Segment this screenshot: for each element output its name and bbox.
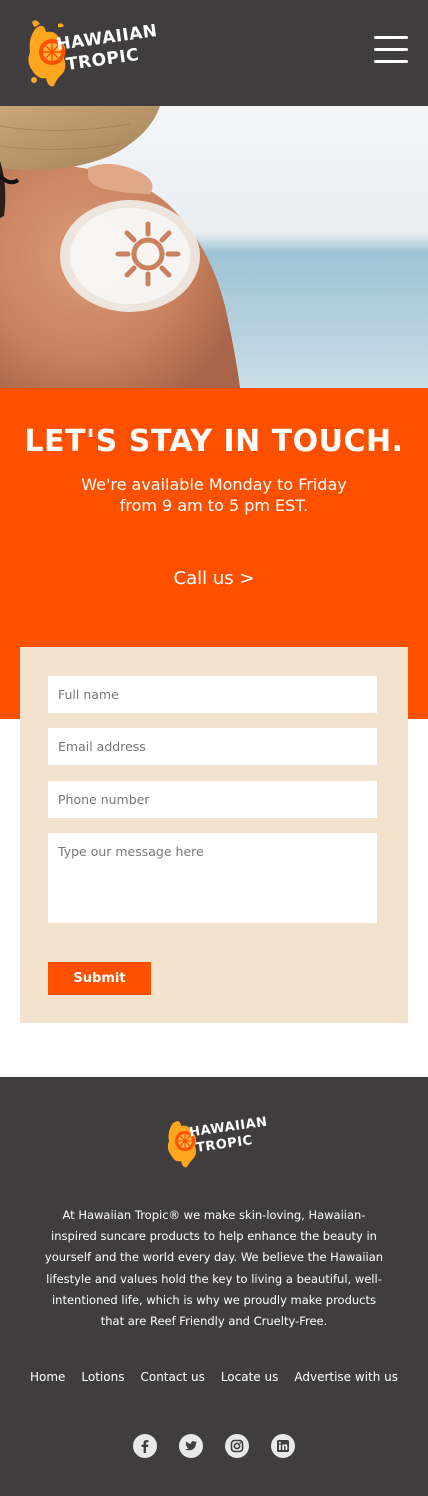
email-input[interactable]	[48, 728, 377, 765]
twitter-icon[interactable]	[179, 1434, 203, 1458]
call-us-link[interactable]: Call us >	[0, 568, 428, 589]
footer-link-lotions[interactable]: Lotions	[81, 1370, 124, 1384]
contact-title: LET'S STAY IN TOUCH.	[24, 424, 404, 459]
hamburger-menu-icon[interactable]	[374, 36, 408, 64]
site-footer: HAWAIIAN TROPIC At Hawaiian Tropic® we m…	[0, 1077, 428, 1496]
footer-link-home[interactable]: Home	[30, 1370, 65, 1384]
hero-image	[0, 106, 428, 388]
message-input[interactable]	[48, 833, 377, 923]
site-header: HAWAIIAN TROPIC	[0, 0, 428, 106]
contact-form: Submit	[20, 647, 408, 1023]
submit-button[interactable]: Submit	[48, 962, 151, 995]
footer-nav: Home Lotions Contact us Locate us Advert…	[0, 1370, 428, 1384]
instagram-icon[interactable]	[225, 1434, 249, 1458]
footer-logo[interactable]: HAWAIIAN TROPIC	[163, 1115, 269, 1171]
phone-input[interactable]	[48, 781, 377, 818]
contact-availability: We're available Monday to Friday from 9 …	[60, 474, 368, 516]
footer-link-advertise[interactable]: Advertise with us	[294, 1370, 398, 1384]
footer-link-contact[interactable]: Contact us	[140, 1370, 204, 1384]
footer-description: At Hawaiian Tropic® we make skin-loving,…	[44, 1208, 384, 1329]
availability-line1: We're available Monday to Friday	[81, 475, 347, 494]
linkedin-icon[interactable]	[271, 1434, 295, 1458]
full-name-input[interactable]	[48, 676, 377, 713]
footer-link-locate[interactable]: Locate us	[221, 1370, 279, 1384]
facebook-icon[interactable]	[133, 1434, 157, 1458]
brand-logo[interactable]: HAWAIIAN TROPIC	[22, 18, 162, 90]
social-links	[0, 1434, 428, 1458]
availability-line2: from 9 am to 5 pm EST.	[119, 496, 309, 515]
